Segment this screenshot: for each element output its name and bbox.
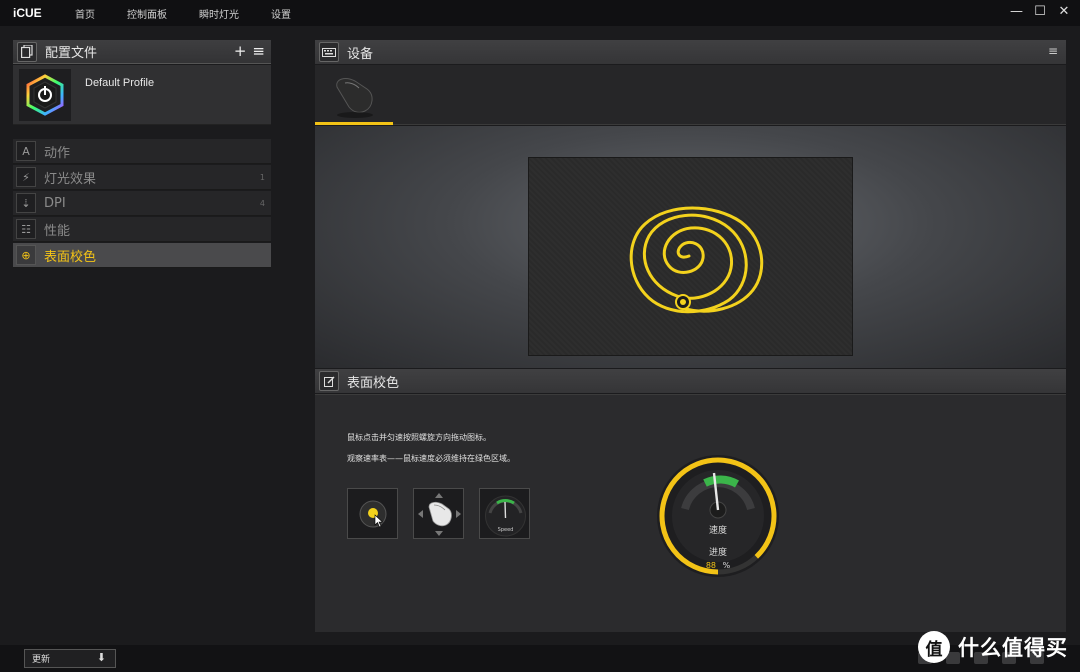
calibration-stage: [315, 126, 1066, 368]
performance-icon: ☷: [16, 219, 36, 239]
menu-item-label: 灯光效果: [44, 171, 97, 187]
calibration-body: 鼠标点击并匀速按照螺旋方向拖动图标。 观察速率表——鼠标速度必须维持在绿色区域。…: [315, 394, 1066, 632]
watermark-logo: 值: [918, 631, 950, 663]
drag-target-tile: [347, 488, 398, 539]
calibration-spiral: [629, 206, 764, 314]
device-menu-icon[interactable]: ≡: [1048, 44, 1058, 58]
device-title: 设备: [347, 46, 374, 62]
close-icon[interactable]: ✕: [1058, 4, 1070, 20]
menu-item-count: 4: [259, 198, 265, 208]
left-panel: 配置文件 + ≡ Default Profile A 动作 ⚡ 灯光效果 1 ⇣…: [13, 40, 271, 269]
dpi-icon: ⇣: [16, 193, 36, 213]
menu-item-performance[interactable]: ☷ 性能: [13, 217, 271, 242]
mouse-move-tile: [413, 488, 464, 539]
download-icon: ⬇: [96, 651, 106, 664]
calibration-title: 表面校色: [347, 375, 400, 391]
progress-value: 88: [705, 561, 717, 570]
profile-menu: A 动作 ⚡ 灯光效果 1 ⇣ DPI 4 ☷ 性能 ⊕ 表面校色: [13, 139, 271, 268]
app-brand: iCUE: [13, 6, 42, 20]
menu-item-lighting[interactable]: ⚡ 灯光效果 1: [13, 165, 271, 190]
lightning-icon: ⚡: [16, 167, 36, 187]
maximize-icon[interactable]: ☐: [1034, 4, 1046, 20]
profiles-menu-icon[interactable]: ≡: [252, 43, 265, 59]
minimize-icon[interactable]: —: [1010, 4, 1023, 20]
menu-item-count: 1: [259, 172, 265, 182]
device-header: 设备 ≡: [315, 40, 1066, 64]
menu-item-label: 性能: [44, 223, 71, 239]
mouse-arrows-icon: [418, 493, 461, 536]
profile-name: Default Profile: [85, 77, 155, 89]
instruction-text-1: 鼠标点击并匀速按照螺旋方向拖动图标。: [347, 433, 491, 442]
nav-dashboard[interactable]: 控制面板: [127, 6, 167, 21]
window-controls: — ☐ ✕: [1010, 4, 1070, 20]
speed-gauge: 速度 进度 88 %: [655, 453, 781, 579]
menu-item-actions[interactable]: A 动作: [13, 139, 271, 164]
profiles-title: 配置文件: [45, 46, 98, 61]
keyboard-icon: [319, 42, 339, 62]
gauge-label: 速度: [708, 526, 727, 536]
profile-item[interactable]: Default Profile: [13, 65, 271, 125]
nav-settings[interactable]: 设置: [271, 6, 291, 21]
update-button[interactable]: 更新 ⬇: [24, 649, 116, 668]
title-bar: iCUE 首页 控制面板 瞬时灯光 设置 — ☐ ✕: [0, 0, 1080, 26]
device-tab-mouse[interactable]: [315, 65, 393, 125]
active-tab-indicator: [315, 122, 393, 125]
mouse-pad[interactable]: [528, 157, 853, 356]
progress-unit: %: [722, 561, 731, 570]
device-tabs: [315, 65, 1066, 125]
progress-label: 进度: [708, 548, 727, 558]
watermark-text: 什么值得买: [958, 636, 1068, 660]
watermark: 值 什么值得买: [918, 631, 1068, 663]
profile-logo-icon: [19, 69, 71, 121]
crosshair-icon: ⊕: [16, 245, 36, 265]
top-nav: 首页 控制面板 瞬时灯光 设置: [75, 6, 323, 21]
nav-instant-lighting[interactable]: 瞬时灯光: [199, 6, 239, 21]
mouse-icon: [336, 78, 373, 118]
nav-home[interactable]: 首页: [75, 6, 95, 21]
menu-item-surface-calibration[interactable]: ⊕ 表面校色: [13, 243, 271, 268]
speed-tile: Speed: [479, 488, 530, 539]
speed-tile-label: Speed: [497, 527, 514, 533]
update-label: 更新: [32, 655, 51, 665]
calibration-header: 表面校色: [315, 369, 1066, 393]
instruction-text-2: 观察速率表——鼠标速度必须维持在绿色区域。: [347, 454, 515, 463]
menu-item-label: DPI: [44, 195, 66, 211]
edit-icon: [319, 371, 339, 391]
profiles-header: 配置文件 + ≡: [13, 40, 271, 64]
menu-item-label: 动作: [44, 145, 71, 161]
menu-item-label: 表面校色: [44, 249, 97, 265]
add-profile-icon[interactable]: +: [234, 43, 247, 59]
cursor-target-icon: [359, 500, 387, 528]
actions-icon: A: [16, 141, 36, 161]
profiles-icon: [17, 41, 37, 62]
menu-item-dpi[interactable]: ⇣ DPI 4: [13, 191, 271, 216]
